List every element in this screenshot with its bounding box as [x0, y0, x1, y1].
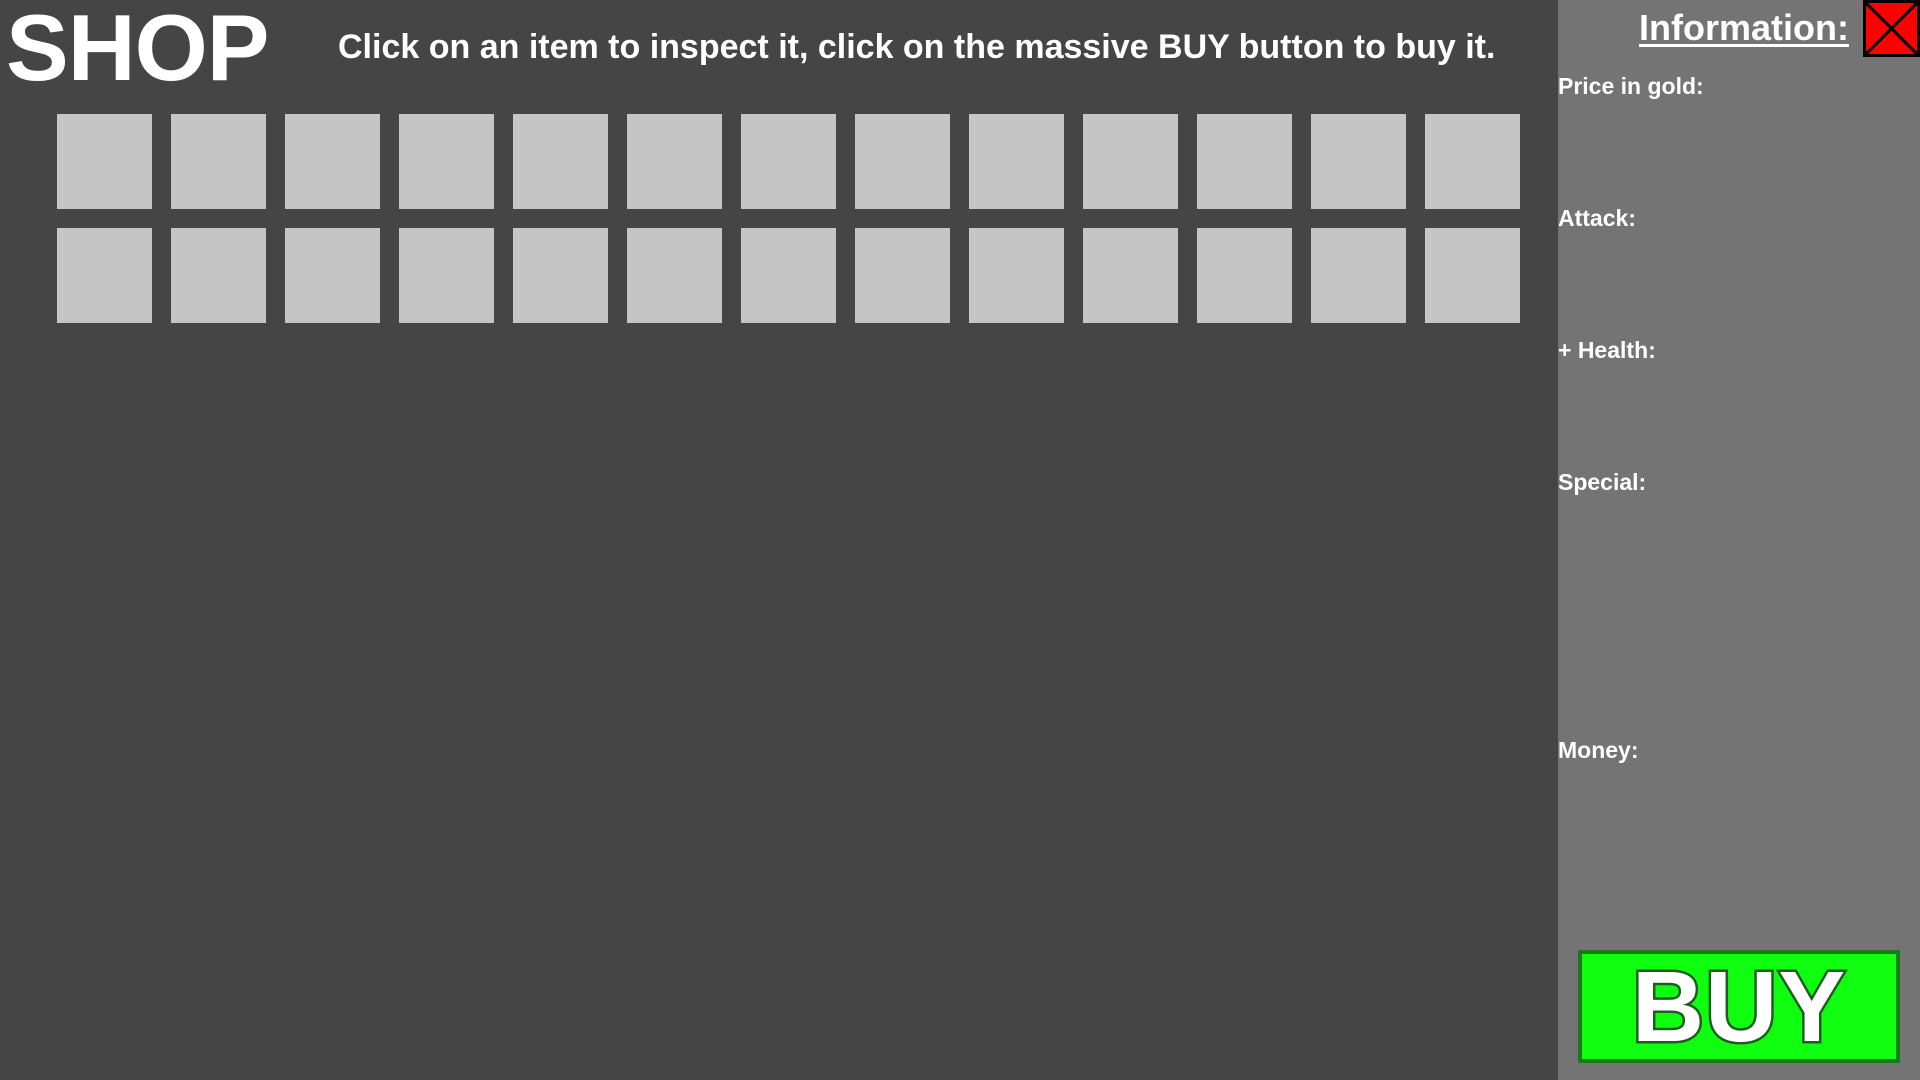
item-slot[interactable] [1197, 228, 1292, 323]
item-grid [57, 114, 1520, 323]
special-label: Special: [1558, 469, 1647, 495]
close-x-icon [1866, 3, 1917, 54]
close-button[interactable] [1863, 0, 1920, 57]
item-slot[interactable] [171, 228, 266, 323]
price-label: Price in gold: [1558, 73, 1704, 99]
item-slot[interactable] [855, 228, 950, 323]
item-slot[interactable] [399, 114, 494, 209]
item-slot[interactable] [969, 228, 1064, 323]
buy-button[interactable]: BUY [1578, 950, 1900, 1063]
item-slot[interactable] [1311, 228, 1406, 323]
item-slot[interactable] [1425, 114, 1520, 209]
item-slot[interactable] [285, 114, 380, 209]
attack-label: Attack: [1558, 205, 1636, 231]
item-slot[interactable] [627, 228, 722, 323]
item-slot[interactable] [285, 228, 380, 323]
item-slot[interactable] [1197, 114, 1292, 209]
item-slot[interactable] [57, 228, 152, 323]
item-slot[interactable] [513, 114, 608, 209]
item-slot[interactable] [171, 114, 266, 209]
item-slot[interactable] [855, 114, 950, 209]
item-slot[interactable] [741, 228, 836, 323]
health-label: + Health: [1558, 337, 1656, 363]
item-slot[interactable] [513, 228, 608, 323]
money-label: Money: [1558, 737, 1639, 763]
shop-title: SHOP [6, 0, 269, 100]
item-slot[interactable] [627, 114, 722, 209]
shop-instructions: Click on an item to inspect it, click on… [338, 28, 1496, 66]
item-slot[interactable] [1083, 114, 1178, 209]
item-slot[interactable] [1083, 228, 1178, 323]
information-panel: Information: Price in gold: Attack: + He… [1558, 0, 1920, 1080]
buy-button-label: BUY [1629, 950, 1847, 1063]
item-slot[interactable] [57, 114, 152, 209]
item-slot[interactable] [969, 114, 1064, 209]
item-slot[interactable] [1425, 228, 1520, 323]
item-slot[interactable] [399, 228, 494, 323]
item-slot[interactable] [741, 114, 836, 209]
item-slot[interactable] [1311, 114, 1406, 209]
information-title: Information: [1639, 7, 1849, 48]
